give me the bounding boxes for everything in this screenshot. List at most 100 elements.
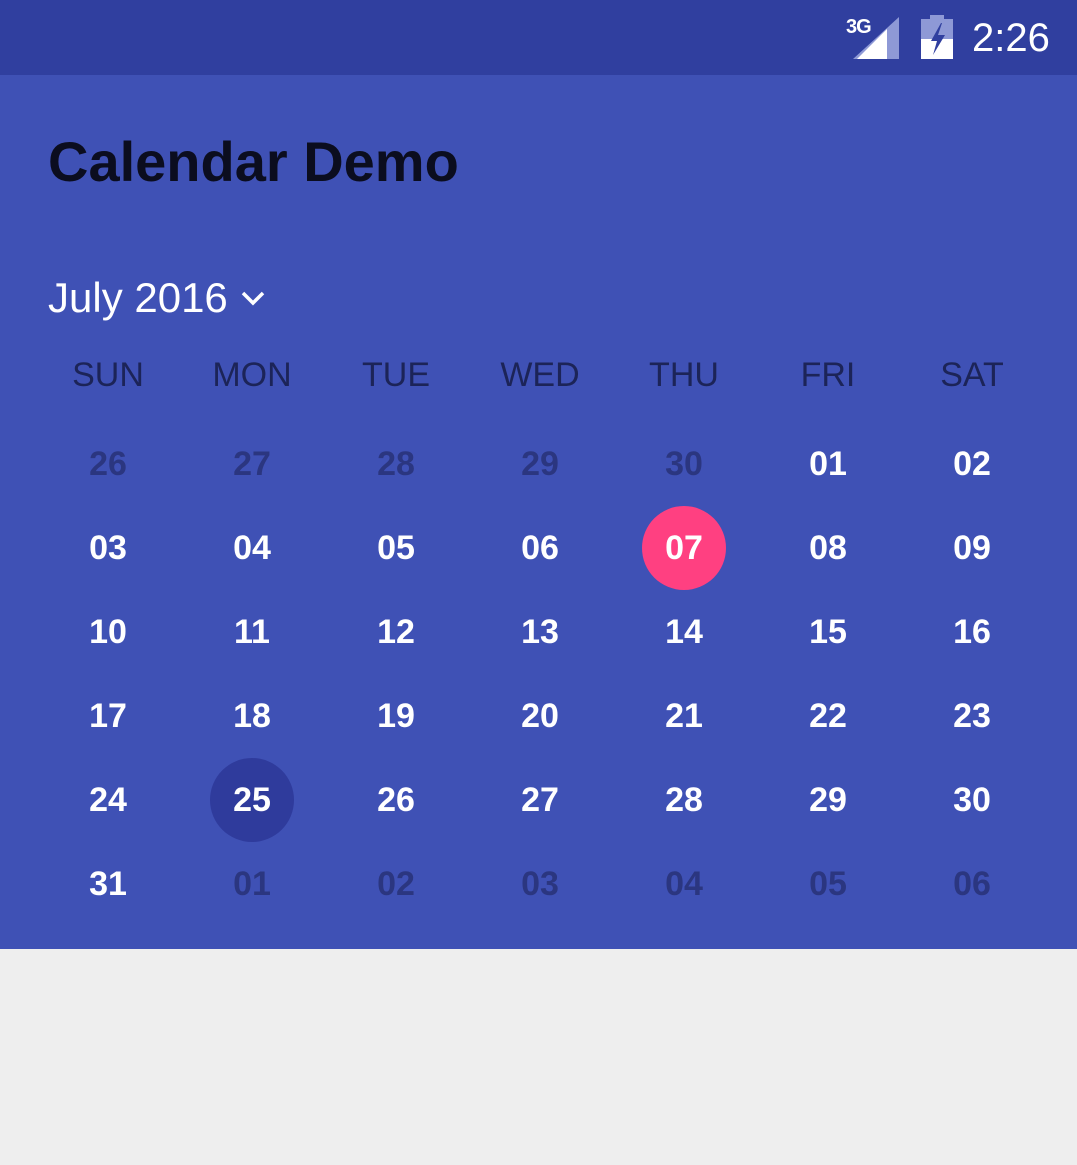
day-cell[interactable]: 15	[756, 590, 900, 674]
chevron-down-icon	[241, 291, 265, 306]
calendar-header: Calendar Demo July 2016 SUN MON TUE WED …	[0, 75, 1077, 949]
day-cell[interactable]: 03	[468, 842, 612, 926]
day-number: 16	[953, 612, 991, 651]
day-cell[interactable]: 06	[468, 506, 612, 590]
day-cell[interactable]: 11	[180, 590, 324, 674]
day-number: 07	[665, 528, 703, 567]
day-cell[interactable]: 06	[900, 842, 1044, 926]
day-number: 27	[233, 444, 271, 483]
day-number: 29	[809, 780, 847, 819]
day-cell-selected[interactable]: 07	[612, 506, 756, 590]
month-selector[interactable]: July 2016	[48, 270, 266, 326]
battery-charging-icon	[921, 15, 953, 59]
status-clock: 2:26	[972, 16, 1050, 60]
day-number: 12	[377, 612, 415, 651]
day-cell[interactable]: 05	[324, 506, 468, 590]
day-number: 14	[665, 612, 703, 651]
day-number: 17	[89, 696, 127, 735]
day-number: 30	[665, 444, 703, 483]
day-number: 19	[377, 696, 415, 735]
day-cell[interactable]: 30	[612, 422, 756, 506]
day-cell[interactable]: 22	[756, 674, 900, 758]
day-number: 22	[809, 696, 847, 735]
day-number: 18	[233, 696, 271, 735]
day-number: 02	[953, 444, 991, 483]
day-cell[interactable]: 13	[468, 590, 612, 674]
weekday-label: SAT	[940, 356, 1004, 394]
weekday-label: MON	[212, 356, 292, 394]
day-cell[interactable]: 02	[324, 842, 468, 926]
day-number: 31	[89, 864, 127, 903]
day-number: 05	[377, 528, 415, 567]
day-number: 27	[521, 780, 559, 819]
weekday-header-row: SUN MON TUE WED THU FRI SAT	[36, 345, 1044, 405]
day-number: 26	[377, 780, 415, 819]
day-number: 20	[521, 696, 559, 735]
day-cell[interactable]: 16	[900, 590, 1044, 674]
weekday-label: SUN	[72, 356, 144, 394]
day-number: 06	[953, 864, 991, 903]
calendar-day-grid: 26 27 28 29 30 01 02 03 04 05 06 07 08 09 10 11 12 13 14 15…	[36, 422, 1044, 926]
status-bar: 3G 2:26	[0, 0, 1077, 75]
day-cell[interactable]: 28	[324, 422, 468, 506]
day-number: 30	[953, 780, 991, 819]
month-label: July 2016	[48, 274, 228, 321]
day-number: 03	[89, 528, 127, 567]
weekday-label: FRI	[800, 356, 856, 394]
weekday-label: TUE	[362, 356, 430, 394]
day-number: 15	[809, 612, 847, 651]
day-number: 21	[665, 696, 703, 735]
day-cell[interactable]: 29	[468, 422, 612, 506]
day-cell[interactable]: 04	[180, 506, 324, 590]
day-number: 11	[234, 612, 270, 651]
day-cell[interactable]: 19	[324, 674, 468, 758]
weekday-label: THU	[649, 356, 719, 394]
day-cell[interactable]: 31	[36, 842, 180, 926]
day-number: 24	[89, 780, 127, 819]
day-number: 06	[521, 528, 559, 567]
day-number: 04	[665, 864, 703, 903]
day-cell[interactable]: 04	[612, 842, 756, 926]
day-cell[interactable]: 29	[756, 758, 900, 842]
day-cell[interactable]: 21	[612, 674, 756, 758]
day-number: 01	[809, 444, 847, 483]
day-number: 01	[233, 864, 271, 903]
day-number: 08	[809, 528, 847, 567]
day-cell[interactable]: 17	[36, 674, 180, 758]
day-number: 02	[377, 864, 415, 903]
day-cell[interactable]: 10	[36, 590, 180, 674]
day-cell[interactable]: 30	[900, 758, 1044, 842]
day-number: 03	[521, 864, 559, 903]
day-cell[interactable]: 26	[324, 758, 468, 842]
day-cell[interactable]: 14	[612, 590, 756, 674]
day-number: 29	[521, 444, 559, 483]
day-number: 23	[953, 696, 991, 735]
day-cell[interactable]: 26	[36, 422, 180, 506]
day-cell[interactable]: 23	[900, 674, 1044, 758]
day-cell[interactable]: 20	[468, 674, 612, 758]
day-cell[interactable]: 05	[756, 842, 900, 926]
day-cell[interactable]: 27	[468, 758, 612, 842]
signal-icon	[853, 17, 899, 59]
day-cell[interactable]: 12	[324, 590, 468, 674]
day-number: 26	[89, 444, 127, 483]
day-cell[interactable]: 18	[180, 674, 324, 758]
weekday-label: WED	[500, 356, 580, 394]
day-number: 28	[665, 780, 703, 819]
day-cell[interactable]: 27	[180, 422, 324, 506]
day-cell[interactable]: 01	[756, 422, 900, 506]
day-number: 05	[809, 864, 847, 903]
day-cell-today[interactable]: 25	[180, 758, 324, 842]
day-number: 25	[233, 780, 271, 819]
day-number: 04	[233, 528, 271, 567]
day-cell[interactable]: 02	[900, 422, 1044, 506]
day-number: 09	[953, 528, 991, 567]
day-cell[interactable]: 01	[180, 842, 324, 926]
day-number: 13	[521, 612, 559, 651]
day-cell[interactable]: 03	[36, 506, 180, 590]
day-cell[interactable]: 24	[36, 758, 180, 842]
day-cell[interactable]: 28	[612, 758, 756, 842]
page-title: Calendar Demo	[48, 130, 459, 193]
day-cell[interactable]: 08	[756, 506, 900, 590]
day-cell[interactable]: 09	[900, 506, 1044, 590]
